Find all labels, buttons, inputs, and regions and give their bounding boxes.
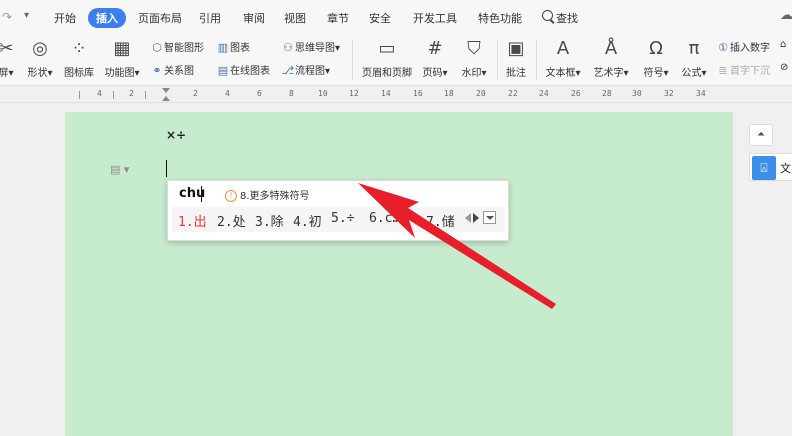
annotation-arrow-shape	[358, 183, 556, 309]
annotation-arrow	[358, 183, 556, 309]
